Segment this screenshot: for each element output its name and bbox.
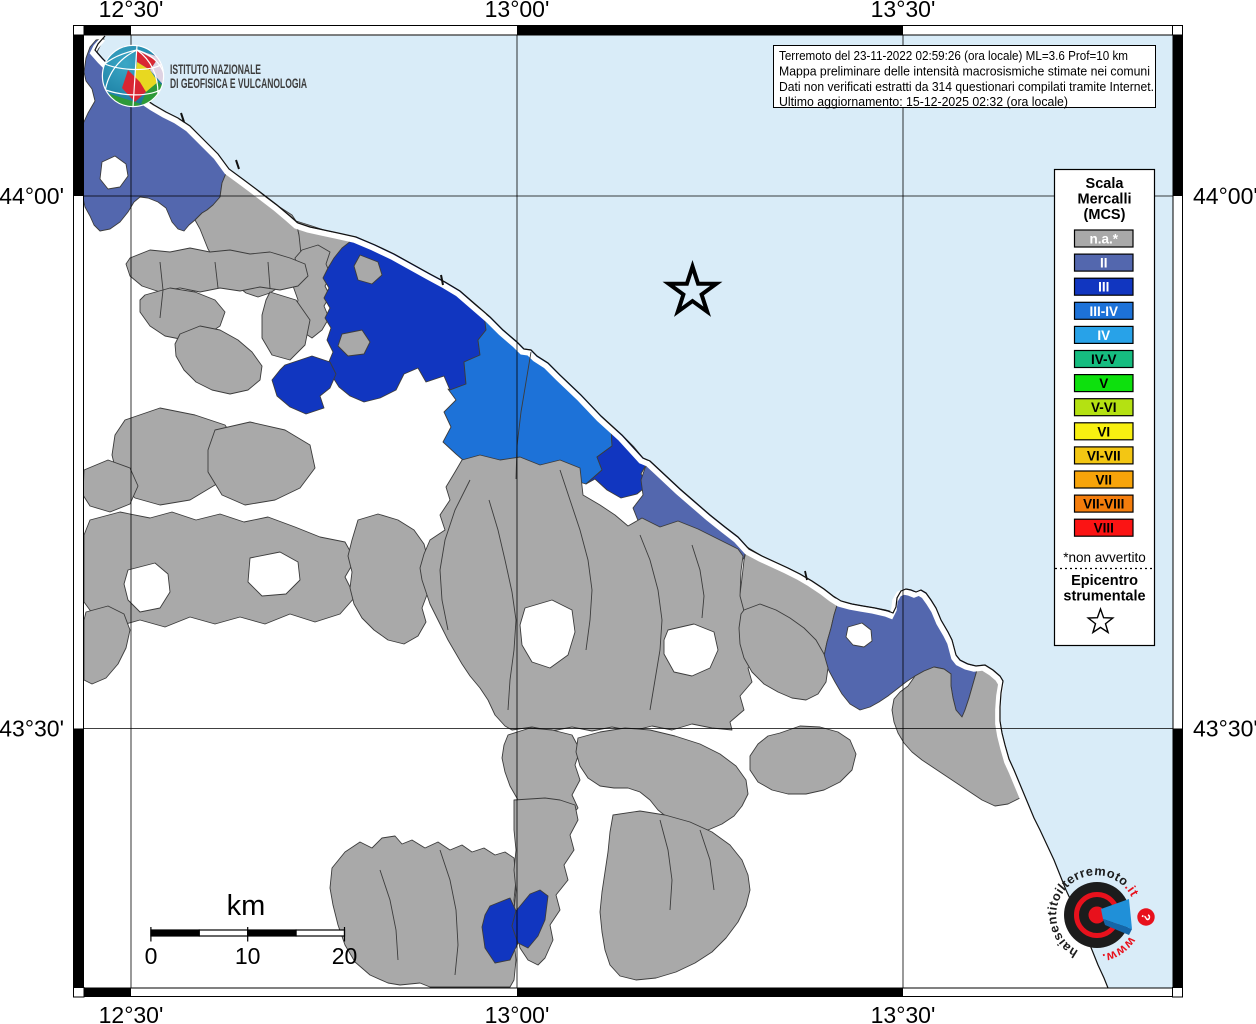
svg-text:III-IV: III-IV [1089,304,1118,319]
svg-text:*non avvertito: *non avvertito [1063,550,1146,565]
svg-text:V-VI: V-VI [1091,400,1117,415]
svg-text:Mercalli: Mercalli [1078,192,1132,208]
svg-text:13°00': 13°00' [485,1002,550,1024]
svg-text:km: km [227,890,266,922]
svg-text:V: V [1099,376,1108,391]
svg-text:20: 20 [332,943,358,969]
svg-text:43°30': 43°30' [1193,716,1256,742]
svg-text:IV: IV [1097,328,1110,343]
svg-text:12°30': 12°30' [99,1002,164,1024]
svg-text:VI: VI [1097,424,1110,439]
svg-text:Epicentro: Epicentro [1071,573,1138,589]
svg-text:VII-VIII: VII-VIII [1083,497,1124,512]
svg-text:VIII: VIII [1094,521,1114,536]
svg-text:44°00': 44°00' [1193,183,1256,209]
svg-text:strumentale: strumentale [1063,589,1145,605]
svg-text:VII: VII [1095,473,1112,488]
svg-text:III: III [1098,280,1109,295]
svg-text:DI GEOFISICA E VULCANOLOGIA: DI GEOFISICA E VULCANOLOGIA [170,76,307,91]
svg-text:VI-VII: VI-VII [1087,448,1121,463]
svg-text:ISTITUTO NAZIONALE: ISTITUTO NAZIONALE [170,62,261,77]
svg-text:44°00': 44°00' [0,183,64,209]
svg-text:IV-V: IV-V [1091,352,1117,367]
svg-text:Scala: Scala [1086,176,1125,192]
svg-text:13°30': 13°30' [871,0,936,22]
svg-text:13°30': 13°30' [871,1002,936,1024]
svg-text:Mappa preliminare delle intens: Mappa preliminare delle intensità macros… [779,64,1150,78]
svg-text:Terremoto del 23-11-2022 02:59: Terremoto del 23-11-2022 02:59:26 (ora l… [779,49,1128,63]
svg-text:Ultimo aggiornamento: 15-12-20: Ultimo aggiornamento: 15-12-2025 02:32 (… [779,95,1068,109]
svg-text:0: 0 [145,943,158,969]
svg-text:(MCS): (MCS) [1084,207,1126,223]
svg-text:10: 10 [235,943,261,969]
svg-text:Dati non verificati estratti d: Dati non verificati estratti da 314 ques… [779,80,1154,94]
svg-text:n.a.*: n.a.* [1089,232,1118,247]
svg-text:II: II [1100,256,1108,271]
svg-text:12°30': 12°30' [99,0,164,22]
svg-text:13°00': 13°00' [485,0,550,22]
svg-text:43°30': 43°30' [0,716,64,742]
